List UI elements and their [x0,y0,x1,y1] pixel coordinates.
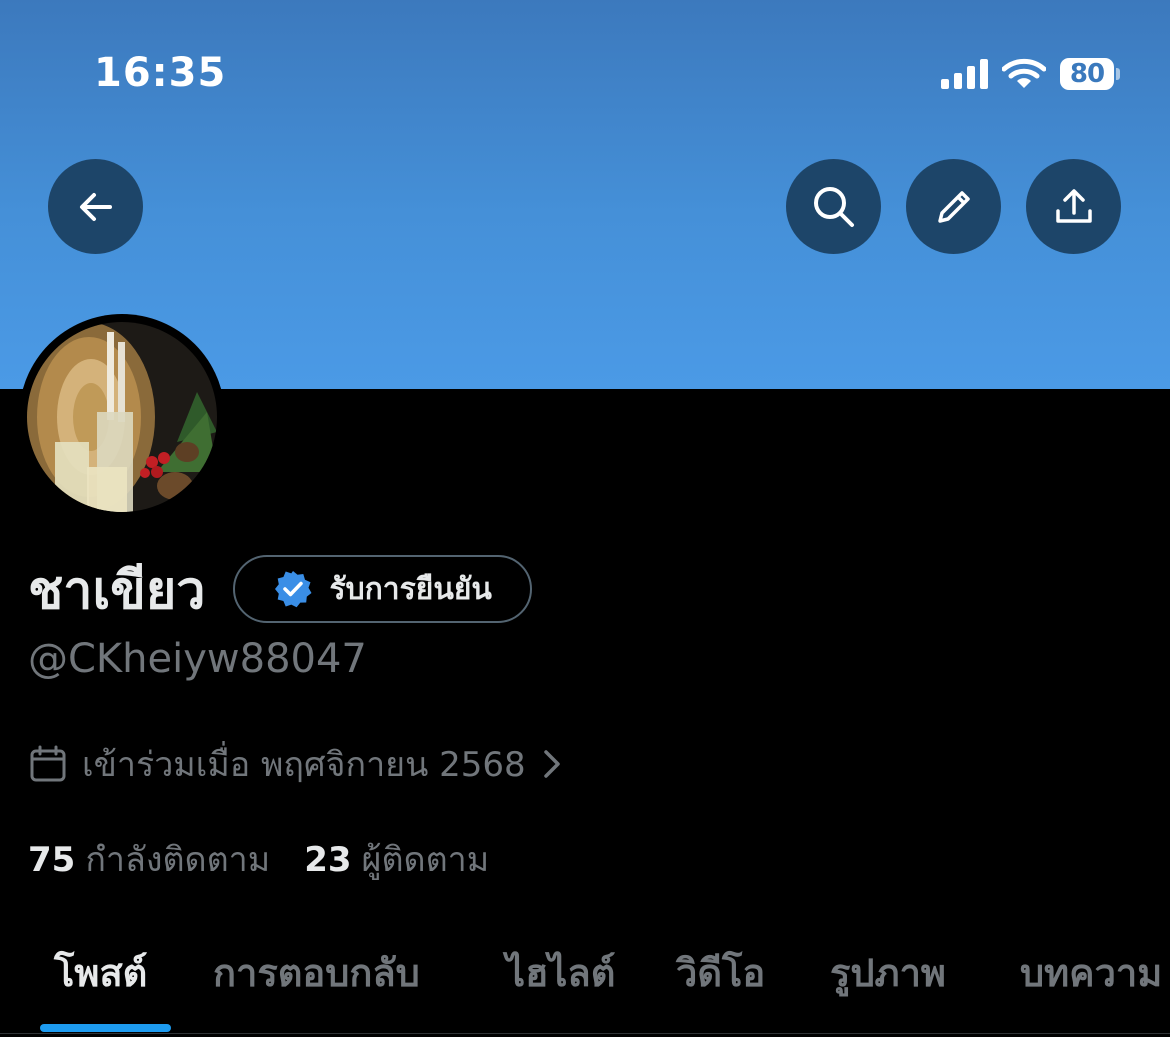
tab-videos[interactable]: วิดีโอ [676,942,765,1003]
following-stat[interactable]: 75 กำลังติดตาม [28,832,270,886]
share-button[interactable] [1026,159,1121,254]
status-indicators: 80 [941,56,1120,92]
active-tab-indicator [40,1024,171,1032]
user-handle: @CKheiyw88047 [28,636,367,682]
tab-posts[interactable]: โพสต์ [54,942,147,1003]
get-verified-label: รับการยืนยัน [329,571,492,607]
battery-icon: 80 [1060,58,1120,90]
wifi-icon [1002,58,1046,88]
tab-photos[interactable]: รูปภาพ [830,942,946,1003]
pencil-icon [937,190,970,223]
tabs-divider [0,1033,1170,1034]
avatar[interactable] [19,314,225,520]
verified-badge-icon [275,571,312,608]
edit-button[interactable] [906,159,1001,254]
following-count: 75 [28,840,76,880]
back-arrow-icon [79,192,112,221]
chevron-right-icon [543,750,560,778]
join-date: เข้าร่วมเมื่อ พฤศจิกายน 2568 [82,745,526,785]
avatar-image [27,322,217,512]
profile-tabs: โพสต์ การตอบกลับ ไฮไลต์ วิดีโอ รูปภาพ บท… [0,930,1170,1034]
display-name: ชาเขียว [28,559,206,621]
battery-level: 80 [1069,59,1105,89]
follow-stats: 75 กำลังติดตาม 23 ผู้ติดตาม [28,832,489,886]
join-date-row[interactable]: เข้าร่วมเมื่อ พฤศจิกายน 2568 [28,738,564,790]
back-button[interactable] [48,159,143,254]
tab-articles[interactable]: บทความ [1020,942,1162,1003]
search-button[interactable] [786,159,881,254]
get-verified-button[interactable]: รับการยืนยัน [233,555,532,623]
following-label: กำลังติดตาม [85,840,271,880]
cellular-signal-icon [941,59,988,89]
tab-replies[interactable]: การตอบกลับ [213,942,420,1003]
profile-name-row: ชาเขียว รับการยืนยัน [28,554,532,624]
tab-highlights[interactable]: ไฮไลต์ [506,942,615,1003]
followers-count: 23 [304,840,352,880]
status-time: 16:35 [94,50,227,96]
followers-stat[interactable]: 23 ผู้ติดตาม [304,832,489,886]
share-icon [1055,188,1092,223]
calendar-icon [30,745,66,782]
followers-label: ผู้ติดตาม [361,840,490,880]
search-icon [813,186,854,227]
